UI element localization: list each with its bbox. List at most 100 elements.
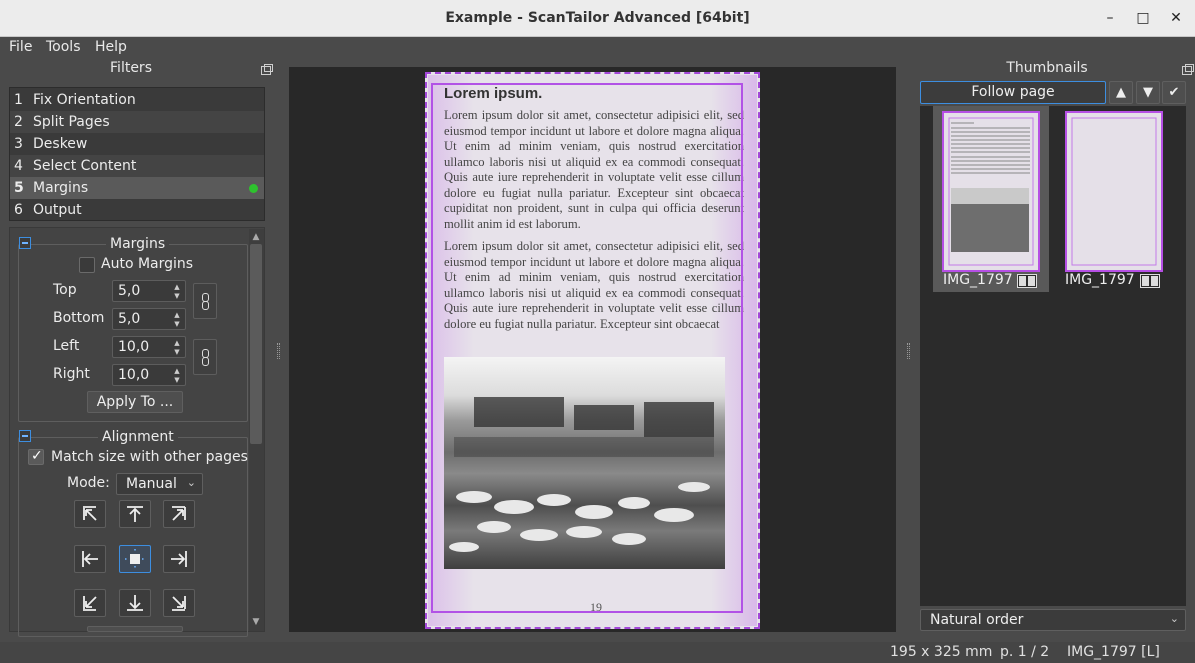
- active-indicator-icon: [249, 184, 258, 193]
- scroll-up-icon[interactable]: ▲: [250, 231, 262, 243]
- left-margin-label: Left: [53, 338, 80, 354]
- top-margin-value: 5,0: [118, 283, 141, 299]
- page-layout-icon: [1140, 274, 1160, 288]
- spin-down-icon[interactable]: ▼: [173, 376, 181, 384]
- close-button[interactable]: ✕: [1165, 8, 1187, 28]
- filter-label: Margins: [33, 180, 89, 196]
- bottom-margin-label: Bottom: [53, 310, 105, 326]
- apply-to-button[interactable]: Apply To ...: [87, 391, 183, 413]
- minimize-button[interactable]: –: [1099, 8, 1121, 28]
- title-bar: Example - ScanTailor Advanced [64bit] – …: [0, 0, 1195, 37]
- filter-label: Split Pages: [33, 114, 110, 130]
- mode-value: Manual: [126, 476, 177, 492]
- margins-group-title: Margins: [106, 236, 170, 252]
- scrollbar-thumb[interactable]: [250, 244, 262, 444]
- check-button[interactable]: ✔: [1162, 81, 1186, 104]
- sort-order-value: Natural order: [930, 612, 1024, 628]
- next-page-button[interactable]: ▼: [1136, 81, 1160, 104]
- undock-filters-icon[interactable]: [261, 64, 273, 75]
- undock-thumbnails-icon[interactable]: [1182, 64, 1194, 75]
- right-margin-value: 10,0: [118, 367, 150, 383]
- status-page-size: 195 x 325 mm: [890, 644, 993, 660]
- bottom-margin-value: 5,0: [118, 311, 141, 327]
- status-file-name: IMG_1797 [L]: [1067, 644, 1160, 660]
- filter-number: 1: [14, 92, 23, 108]
- filter-number: 6: [14, 202, 23, 218]
- spin-down-icon[interactable]: ▼: [173, 320, 181, 328]
- filter-label: Output: [33, 202, 82, 218]
- right-margin-label: Right: [53, 366, 90, 382]
- mode-select[interactable]: Manual ⌄: [116, 473, 203, 495]
- collapse-margins-icon[interactable]: [19, 237, 31, 249]
- filter-fix-orientation[interactable]: 1 Fix Orientation: [10, 89, 264, 111]
- filter-split-pages[interactable]: 2 Split Pages: [10, 111, 264, 133]
- status-bar: 195 x 325 mm p. 1 / 2 IMG_1797 [L]: [0, 642, 1195, 663]
- spin-up-icon[interactable]: ▲: [173, 367, 181, 375]
- thumbnail-2-label: IMG_1797: [1065, 272, 1135, 288]
- window-title: Example - ScanTailor Advanced [64bit]: [445, 10, 750, 26]
- spin-up-icon[interactable]: ▲: [173, 339, 181, 347]
- right-splitter-handle[interactable]: [907, 343, 910, 359]
- filter-label: Select Content: [33, 158, 137, 174]
- bottom-margin-spinbox[interactable]: 5,0 ▲ ▼: [112, 308, 186, 330]
- filter-margins[interactable]: 5 Margins: [10, 177, 264, 199]
- align-bottom-left-button[interactable]: [74, 589, 106, 617]
- page-boundary: [425, 72, 760, 629]
- menu-file[interactable]: File: [9, 39, 32, 55]
- page-layout-icon: [1017, 274, 1037, 288]
- hidden-button-edge: [87, 626, 183, 632]
- thumbnail-1-image[interactable]: [942, 111, 1040, 272]
- follow-page-button[interactable]: Follow page: [920, 81, 1106, 104]
- align-top-right-button[interactable]: [163, 500, 195, 528]
- left-margin-spinbox[interactable]: 10,0 ▲ ▼: [112, 336, 186, 358]
- filter-output[interactable]: 6 Output: [10, 199, 264, 221]
- filters-list: 1 Fix Orientation 2 Split Pages 3 Deskew…: [9, 87, 265, 221]
- maximize-button[interactable]: □: [1132, 8, 1154, 28]
- menu-tools[interactable]: Tools: [46, 39, 81, 55]
- prev-page-button[interactable]: ▲: [1109, 81, 1133, 104]
- sort-order-select[interactable]: Natural order ⌄: [920, 609, 1186, 631]
- menu-help[interactable]: Help: [95, 39, 127, 55]
- filter-number: 3: [14, 136, 23, 152]
- thumbnails-panel-title: Thumbnails: [1006, 60, 1088, 76]
- spin-up-icon[interactable]: ▲: [173, 311, 181, 319]
- auto-margins-checkbox[interactable]: [79, 257, 95, 273]
- thumbnail-2-image[interactable]: [1065, 111, 1163, 272]
- align-top-button[interactable]: [119, 500, 151, 528]
- align-top-left-button[interactable]: [74, 500, 106, 528]
- filter-deskew[interactable]: 3 Deskew: [10, 133, 264, 155]
- align-bottom-button[interactable]: [119, 589, 151, 617]
- chevron-down-icon: ⌄: [186, 476, 196, 489]
- top-margin-label: Top: [53, 282, 77, 298]
- filter-number: 4: [14, 158, 23, 174]
- status-page-index: p. 1 / 2: [1000, 644, 1050, 660]
- align-bottom-right-button[interactable]: [163, 589, 195, 617]
- spin-down-icon[interactable]: ▼: [173, 292, 181, 300]
- filter-label: Fix Orientation: [33, 92, 136, 108]
- right-margin-spinbox[interactable]: 10,0 ▲ ▼: [112, 364, 186, 386]
- chevron-down-icon: ⌄: [1169, 612, 1179, 625]
- mode-label: Mode:: [67, 475, 110, 491]
- match-size-checkbox[interactable]: [28, 448, 44, 465]
- spin-up-icon[interactable]: ▲: [173, 283, 181, 291]
- scroll-down-icon[interactable]: ▼: [250, 616, 262, 628]
- left-splitter-handle[interactable]: [277, 343, 280, 359]
- auto-margins-label: Auto Margins: [101, 256, 194, 272]
- align-center-button[interactable]: [119, 545, 151, 573]
- filter-select-content[interactable]: 4 Select Content: [10, 155, 264, 177]
- align-left-button[interactable]: [74, 545, 106, 573]
- filter-number: 2: [14, 114, 23, 130]
- filter-number: 5: [14, 180, 24, 196]
- filters-panel-title: Filters: [110, 60, 152, 76]
- top-margin-spinbox[interactable]: 5,0 ▲ ▼: [112, 280, 186, 302]
- collapse-alignment-icon[interactable]: [19, 430, 31, 442]
- menu-bar: File Tools Help: [0, 37, 1195, 59]
- filter-label: Deskew: [33, 136, 88, 152]
- alignment-group-title: Alignment: [98, 429, 178, 445]
- align-right-button[interactable]: [163, 545, 195, 573]
- thumbnail-1-label: IMG_1797: [943, 272, 1013, 288]
- link-left-right-icon[interactable]: [193, 339, 217, 375]
- spin-down-icon[interactable]: ▼: [173, 348, 181, 356]
- link-top-bottom-icon[interactable]: [193, 283, 217, 319]
- left-margin-value: 10,0: [118, 339, 150, 355]
